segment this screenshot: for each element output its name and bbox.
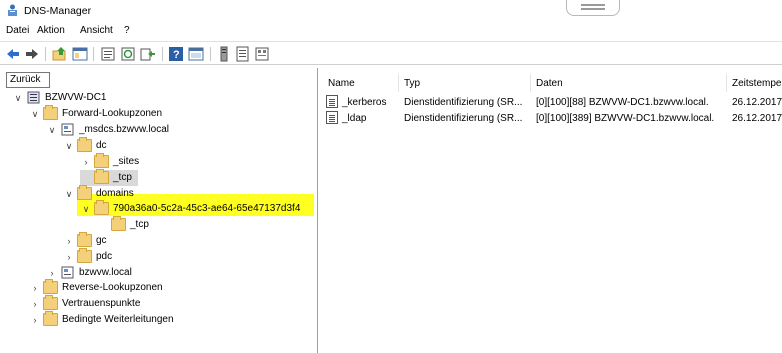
zone-icon: [61, 123, 74, 136]
chevron-down-icon[interactable]: ∨: [63, 188, 75, 200]
folder-icon: [43, 311, 58, 326]
cell-type: Dienstidentifizierung (SR...: [404, 113, 523, 124]
folder-icon: [94, 200, 109, 215]
tree-label: dc: [96, 140, 107, 151]
tree-label: domains: [96, 188, 134, 199]
folder-icon: [43, 279, 58, 294]
menu-bar: Datei Aktion Ansicht ?: [0, 22, 782, 40]
back-arrow-icon[interactable]: [5, 46, 21, 62]
chevron-down-icon[interactable]: ∨: [12, 92, 24, 104]
cell-timestamp: 26.12.2017 (: [732, 97, 782, 108]
chevron-down-icon[interactable]: ∨: [29, 108, 41, 120]
cell-data: [0][100][389] BZWVW-DC1.bzwvw.local.: [536, 113, 715, 124]
help-icon[interactable]: ?: [168, 46, 184, 62]
tree-label: Vertrauenspunkte: [62, 298, 141, 309]
folder-icon: [94, 153, 109, 168]
properties-icon[interactable]: [100, 46, 116, 62]
column-header-type[interactable]: Typ: [404, 78, 420, 89]
menu-aktion[interactable]: Aktion: [37, 25, 65, 36]
zone-icon: [61, 266, 74, 279]
tree-pane[interactable]: ∨ BZWVW-DC1 ∨ Forward-Lookupzonen ∨ _msd…: [3, 68, 318, 353]
show-tree-icon[interactable]: [72, 46, 88, 62]
zone-icon[interactable]: [254, 46, 270, 62]
menu-datei[interactable]: Datei: [6, 25, 29, 36]
folder-icon: [77, 137, 92, 152]
tree-label: pdc: [96, 251, 113, 262]
export-icon[interactable]: [140, 46, 156, 62]
server-icon[interactable]: [216, 46, 232, 62]
srv-record-icon: [326, 95, 338, 108]
tree-label: BZWVW-DC1: [45, 92, 107, 103]
folder-icon: [77, 185, 92, 200]
svg-text:?: ?: [173, 49, 180, 61]
chevron-down-icon[interactable]: ∨: [46, 124, 58, 136]
chevron-right-icon[interactable]: ›: [29, 282, 41, 294]
toolbar: ?: [0, 41, 782, 65]
chevron-right-icon[interactable]: ›: [80, 156, 92, 168]
window-title: DNS-Manager: [24, 5, 92, 17]
tree-label: 790a36a0-5c2a-45c3-ae64-65e47137d3f4: [113, 203, 301, 214]
cell-name: _kerberos: [342, 97, 387, 108]
tree-label: _msdcs.bzwvw.local: [79, 124, 170, 135]
cell-data: [0][100][88] BZWVW-DC1.bzwvw.local.: [536, 97, 709, 108]
up-folder-icon[interactable]: [52, 46, 68, 62]
tree-label: _tcp: [130, 219, 149, 230]
folder-icon: [43, 105, 58, 120]
column-header-timestamp[interactable]: Zeitstempe: [732, 78, 781, 89]
chevron-down-icon[interactable]: ∨: [63, 140, 75, 152]
cell-name: _ldap: [342, 113, 367, 124]
tree-label: _sites: [113, 156, 140, 167]
folder-icon: [77, 232, 92, 247]
chevron-right-icon[interactable]: ›: [46, 267, 58, 279]
column-header-data[interactable]: Daten: [536, 78, 563, 89]
tree-node-tcp-selected[interactable]: _tcp: [80, 169, 138, 186]
column-header-name[interactable]: Name: [328, 78, 355, 89]
folder-icon: [43, 295, 58, 310]
title-tab-handle[interactable]: [566, 0, 620, 16]
tree-label: bzwvw.local: [79, 267, 132, 278]
record-list[interactable]: Name Typ Daten Zeitstempe _kerberos Dien…: [320, 68, 782, 353]
folder-icon: [77, 248, 92, 263]
title-bar: DNS-Manager: [0, 0, 782, 22]
tree-label: gc: [96, 235, 107, 246]
back-tooltip: Zurück: [6, 72, 50, 88]
chevron-right-icon[interactable]: ›: [63, 235, 75, 247]
record-icon[interactable]: [235, 46, 251, 62]
srv-record-icon: [326, 111, 338, 124]
cell-type: Dienstidentifizierung (SR...: [404, 97, 523, 108]
chevron-right-icon[interactable]: ›: [29, 314, 41, 326]
chevron-right-icon[interactable]: ›: [29, 298, 41, 310]
tree-label: Bedingte Weiterleitungen: [62, 314, 174, 325]
chevron-down-icon[interactable]: ∨: [80, 203, 92, 215]
tree-label: Reverse-Lookupzonen: [62, 282, 163, 293]
forward-arrow-icon[interactable]: [24, 46, 40, 62]
console-icon[interactable]: [188, 46, 204, 62]
dns-manager-app-icon: [8, 4, 17, 16]
folder-icon: [94, 169, 109, 184]
menu-help[interactable]: ?: [124, 25, 130, 36]
tree-label: Forward-Lookupzonen: [62, 108, 163, 119]
tree-label: _tcp: [113, 172, 132, 183]
refresh-icon[interactable]: [120, 46, 136, 62]
dns-server-icon: [27, 91, 40, 104]
menu-ansicht[interactable]: Ansicht: [80, 25, 113, 36]
cell-timestamp: 26.12.2017 (: [732, 113, 782, 124]
folder-icon: [111, 216, 126, 231]
chevron-right-icon[interactable]: ›: [63, 251, 75, 263]
